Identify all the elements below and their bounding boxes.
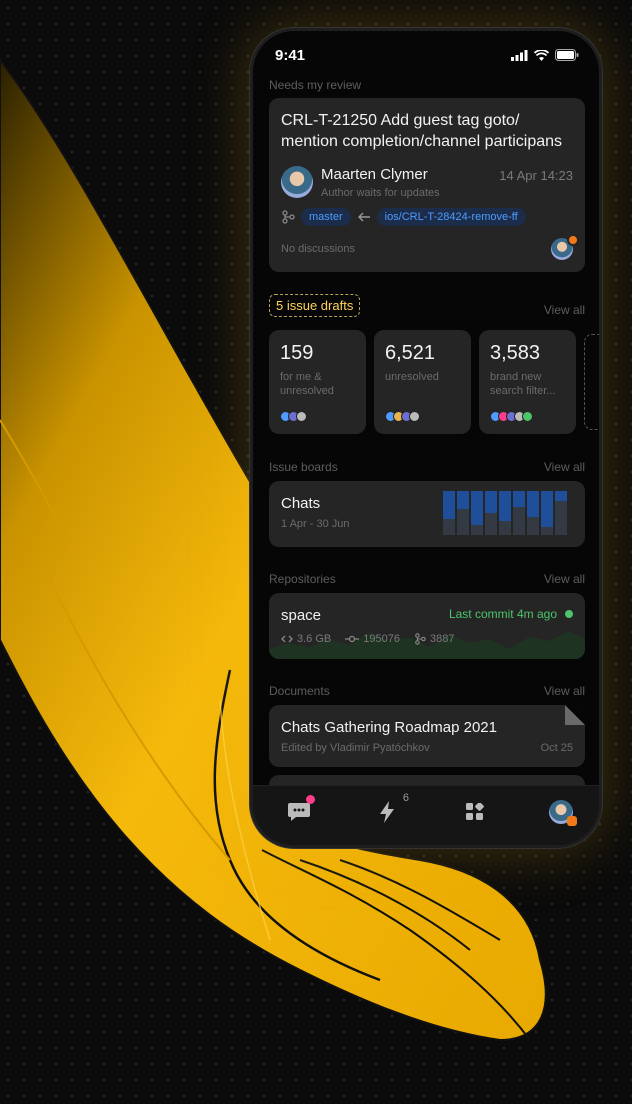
status-icons xyxy=(511,49,579,61)
lightning-icon xyxy=(380,801,394,823)
last-commit: Last commit 4m ago xyxy=(448,607,557,621)
repo-commits: 195076 xyxy=(363,633,400,645)
activity-count: 6 xyxy=(402,792,409,804)
repo-card[interactable]: space Last commit 4m ago 3.6 GB 195076 3… xyxy=(269,593,585,659)
branch-row: master ios/CRL-T-28424-remove-ff xyxy=(281,208,526,226)
stat-value: 3,583 xyxy=(490,342,541,364)
document-editor: Edited by Vladimir Pyatóchkov xyxy=(281,742,430,754)
clock-badge-icon xyxy=(567,234,579,246)
docs-view-all-link[interactable]: View all xyxy=(544,684,585,698)
author-name[interactable]: Maarten Clymer xyxy=(321,166,428,183)
author-avatar xyxy=(281,166,313,198)
boards-view-all-link[interactable]: View all xyxy=(544,460,585,474)
commit-icon xyxy=(345,635,360,643)
chat-bubble-icon xyxy=(288,803,310,821)
stat-value: 159 xyxy=(280,342,314,364)
tab-bar: 6 xyxy=(253,785,599,845)
repos-view-all-link[interactable]: View all xyxy=(544,572,585,586)
stat-card[interactable]: 3,583 brand new search filter... xyxy=(479,330,576,434)
wifi-icon xyxy=(534,49,549,61)
online-dot-icon xyxy=(565,610,573,618)
stat-label: unresolved xyxy=(385,371,439,383)
document-date: Oct 25 xyxy=(540,742,573,754)
repo-stats: 3.6 GB 195076 3887 xyxy=(281,633,454,645)
code-icon xyxy=(281,635,293,643)
add-draft-placeholder[interactable] xyxy=(584,334,599,430)
phone-screen: 9:41 Needs my review CRL-T-21250 Add gue… xyxy=(253,31,599,845)
board-card[interactable]: Chats 1 Apr - 30 Jun xyxy=(269,481,585,547)
branch-icon xyxy=(415,633,426,645)
author-status: Author waits for updates xyxy=(321,187,440,199)
assignee-dots xyxy=(490,411,533,422)
review-card[interactable]: CRL-T-21250 Add guest tag goto/ mention … xyxy=(269,98,585,272)
stat-label: for me & unresolved xyxy=(280,371,334,397)
stat-value: 6,521 xyxy=(385,342,436,364)
board-range: 1 Apr - 30 Jun xyxy=(281,518,350,530)
assignee-dots xyxy=(385,411,420,422)
folded-corner-icon xyxy=(565,705,585,725)
discussions-status: No discussions xyxy=(281,243,355,255)
document-title: Chats Gathering Roadmap 2021 xyxy=(281,719,497,736)
status-bar: 9:41 xyxy=(275,45,579,65)
status-time: 9:41 xyxy=(275,46,306,64)
stat-label: brand new search filter... xyxy=(490,371,556,397)
apps-grid-icon xyxy=(466,803,484,820)
battery-icon xyxy=(555,49,579,61)
repos-section-label: Repositories xyxy=(269,572,336,586)
tab-activity[interactable]: 6 xyxy=(373,792,409,826)
unread-badge-icon xyxy=(306,795,315,804)
repo-branches: 3887 xyxy=(429,633,455,645)
review-title[interactable]: CRL-T-21250 Add guest tag goto/ mention … xyxy=(281,110,577,152)
branch-icon xyxy=(282,210,295,224)
tab-profile[interactable] xyxy=(547,798,577,826)
repo-size: 3.6 GB xyxy=(297,633,332,645)
review-date: 14 Apr 14:23 xyxy=(499,168,573,183)
tab-chats[interactable] xyxy=(285,795,315,826)
target-branch-chip[interactable]: master xyxy=(301,208,351,226)
boards-section-label: Issue boards xyxy=(269,460,338,474)
repo-name: space xyxy=(281,607,322,624)
review-section-label: Needs my review xyxy=(269,78,362,92)
drafts-view-all-link[interactable]: View all xyxy=(544,303,585,317)
phone-frame: 9:41 Needs my review CRL-T-21250 Add gue… xyxy=(250,28,602,848)
docs-section-label: Documents xyxy=(269,684,330,698)
signal-icon xyxy=(511,49,528,61)
document-card[interactable]: Chats Gathering Roadmap 2021 Edited by V… xyxy=(269,705,585,767)
board-columns-preview xyxy=(443,491,567,535)
issue-drafts-chip[interactable]: 5 issue drafts xyxy=(269,294,361,317)
arrow-left-icon xyxy=(357,212,370,222)
tab-apps[interactable] xyxy=(461,798,489,826)
stat-card[interactable]: 6,521 unresolved xyxy=(374,330,471,434)
source-branch-chip[interactable]: ios/CRL-T-28424-remove-ff xyxy=(376,208,526,226)
board-name: Chats xyxy=(281,495,321,512)
status-badge-icon xyxy=(567,816,577,826)
stat-card[interactable]: 159 for me & unresolved xyxy=(269,330,366,434)
assignee-dots xyxy=(280,411,307,422)
